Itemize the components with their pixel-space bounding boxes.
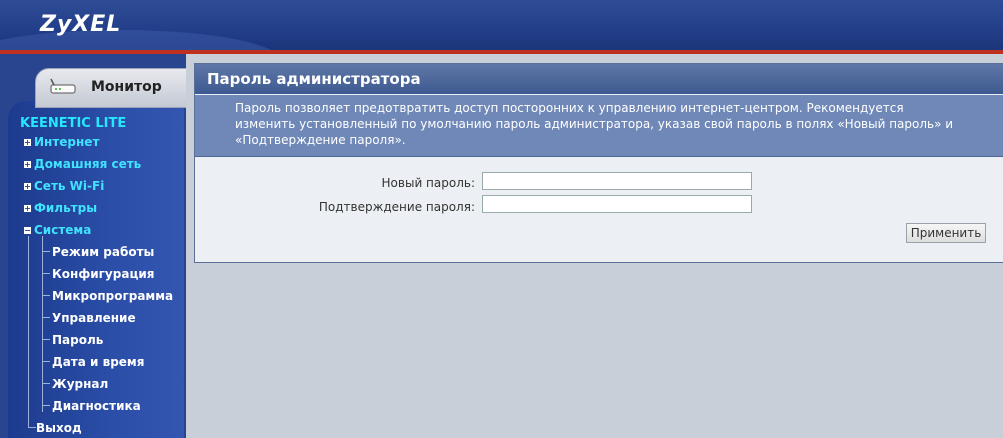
confirm-password-input[interactable] <box>482 195 752 213</box>
sidebar-item-home-network[interactable]: + Домашняя сеть <box>24 157 141 171</box>
top-header: ZyXEL <box>0 0 1003 52</box>
tree-branch <box>42 405 50 406</box>
tree-line <box>42 236 43 412</box>
sidebar-item-exit[interactable]: Выход <box>36 421 82 435</box>
expand-plus-icon[interactable]: + <box>24 161 31 169</box>
apply-button[interactable]: Применить <box>906 223 986 243</box>
tree-branch <box>42 273 50 274</box>
sidebar-item-internet[interactable]: + Интернет <box>24 135 99 149</box>
sidebar-item-diagnostics[interactable]: Диагностика <box>52 399 141 413</box>
tree-branch <box>42 361 50 362</box>
sidebar-item-date-time[interactable]: Дата и время <box>52 355 144 369</box>
collapse-minus-icon[interactable]: − <box>24 227 31 235</box>
sidebar: Монитор KEENETIC LITE + Интернет + Домашня… <box>0 54 187 438</box>
sidebar-item-system[interactable]: − Система <box>24 223 91 237</box>
tree-branch <box>42 295 50 296</box>
sidebar-item-wifi[interactable]: + Сеть Wi-Fi <box>24 179 104 193</box>
tree-line <box>28 236 29 428</box>
sidebar-item-management[interactable]: Управление <box>52 311 136 325</box>
password-panel: Пароль администратора Пароль позволяет п… <box>194 63 1003 263</box>
tree-branch <box>28 427 36 428</box>
tree-branch <box>42 251 50 252</box>
monitor-tab[interactable]: Монитор <box>35 68 187 108</box>
expand-plus-icon[interactable]: + <box>24 139 31 147</box>
description-text: Пароль позволяет предотвратить доступ по… <box>235 101 954 147</box>
sidebar-item-configuration[interactable]: Конфигурация <box>52 267 154 281</box>
main-content: Пароль администратора Пароль позволяет п… <box>186 54 1003 438</box>
tree-branch <box>42 383 50 384</box>
device-model: KEENETIC LITE <box>20 116 127 131</box>
sidebar-item-log[interactable]: Журнал <box>52 377 108 391</box>
expand-plus-icon[interactable]: + <box>24 183 31 191</box>
zyxel-logo: ZyXEL <box>40 12 122 37</box>
sidebar-item-password[interactable]: Пароль <box>52 333 103 347</box>
tree-branch <box>42 339 50 340</box>
panel-description: Пароль позволяет предотвратить доступ по… <box>195 95 1003 157</box>
monitor-tab-label: Монитор <box>91 79 162 95</box>
sidebar-item-firmware[interactable]: Микропрограмма <box>52 289 173 303</box>
new-password-input[interactable] <box>482 172 752 190</box>
confirm-password-label: Подтверждение пароля: <box>318 200 475 214</box>
sidebar-item-operation-mode[interactable]: Режим работы <box>52 245 154 259</box>
router-icon <box>50 78 76 94</box>
new-password-label: Новый пароль: <box>381 176 475 190</box>
tree-branch <box>42 317 50 318</box>
page-title: Пароль администратора <box>207 70 421 88</box>
expand-plus-icon[interactable]: + <box>24 205 31 213</box>
sidebar-item-filters[interactable]: + Фильтры <box>24 201 97 215</box>
